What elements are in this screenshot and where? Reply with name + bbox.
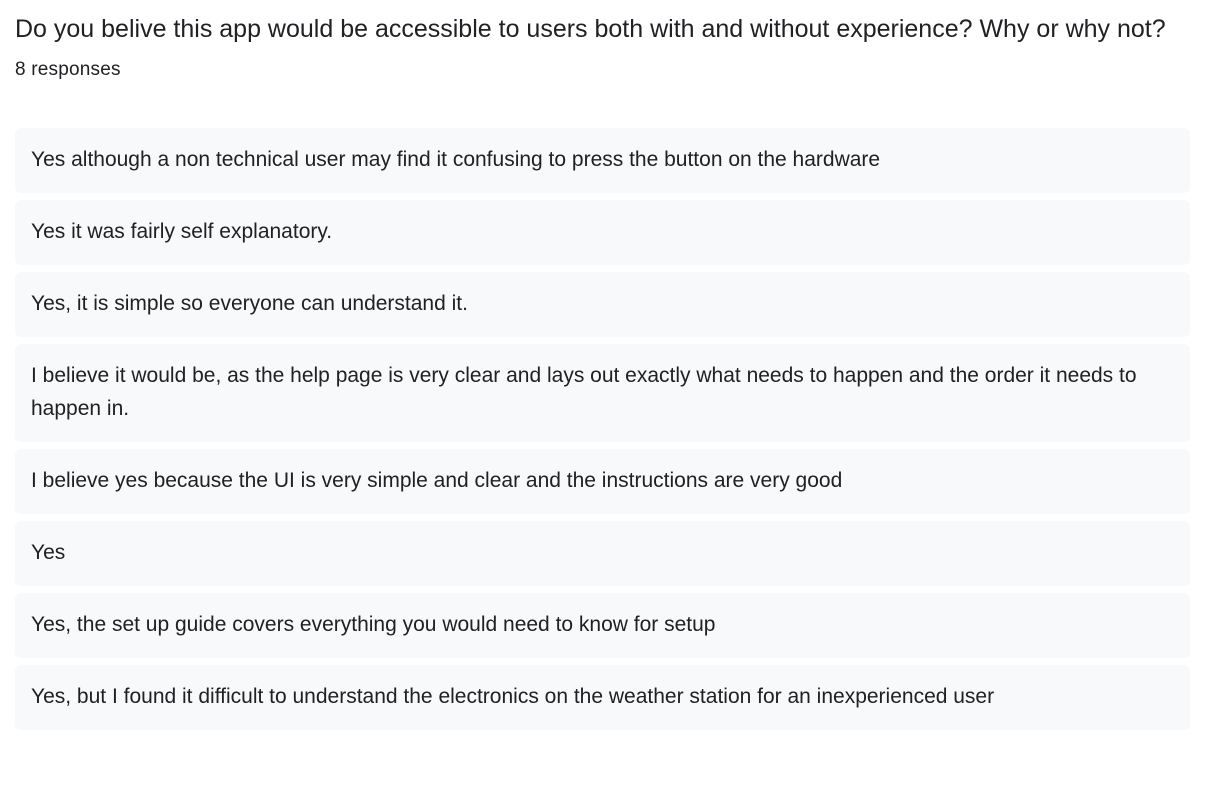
list-item: Yes it was fairly self explanatory. [15, 200, 1190, 265]
response-list: Yes although a non technical user may fi… [15, 128, 1190, 730]
list-item: Yes, but I found it difficult to underst… [15, 665, 1190, 730]
question-title: Do you belive this app would be accessib… [15, 15, 1166, 43]
list-item: Yes [15, 521, 1190, 586]
list-item: Yes, it is simple so everyone can unders… [15, 272, 1190, 337]
question-summary-panel: Do you belive this app would be accessib… [0, 0, 1214, 798]
list-item: I believe it would be, as the help page … [15, 344, 1190, 442]
response-count: 8 responses [15, 59, 121, 80]
list-item: Yes, the set up guide covers everything … [15, 593, 1190, 658]
list-item: I believe yes because the UI is very sim… [15, 449, 1190, 514]
list-item: Yes although a non technical user may fi… [15, 128, 1190, 193]
